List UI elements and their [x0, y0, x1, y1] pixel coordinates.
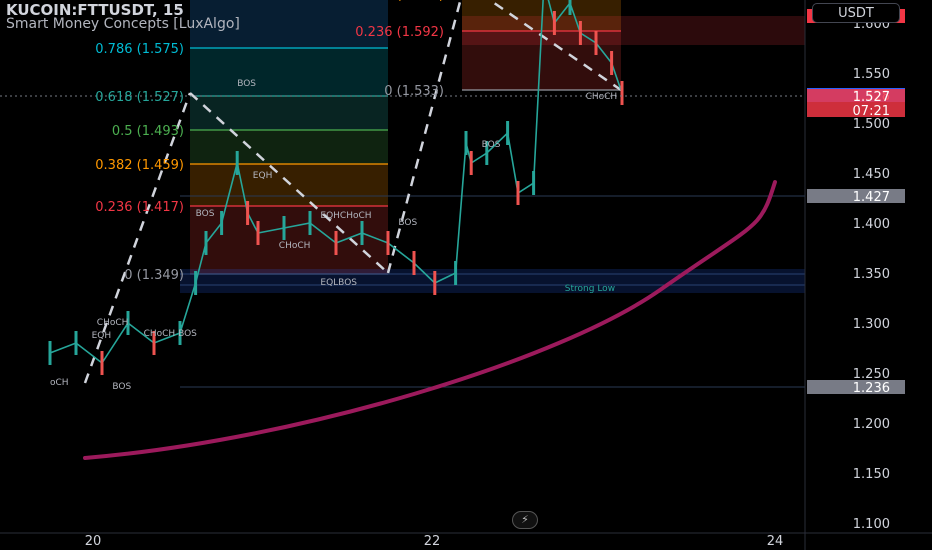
y-tick-label: 1.500: [853, 117, 890, 132]
price-tag-label: 1.236: [853, 381, 890, 396]
structure-label: EQH: [92, 331, 112, 341]
structure-label: CHoCH: [97, 318, 129, 328]
y-tick-label: 1.200: [853, 417, 890, 432]
structure-label: BOS: [237, 79, 256, 89]
structure-label: BOS: [196, 209, 215, 219]
fib-zone: [190, 130, 388, 164]
price-tag-label: 1.427: [853, 190, 890, 205]
structure-label: oCH: [50, 378, 69, 388]
y-tick-label: 1.450: [853, 167, 890, 182]
y-tick-label: 1.400: [853, 217, 890, 232]
fib-label: 0.618 (1.527): [95, 90, 184, 105]
discount-zone: [180, 269, 805, 293]
price-tag: 1.236: [807, 380, 905, 396]
fib-zone: [190, 96, 388, 130]
currency-button[interactable]: USDT: [812, 3, 900, 23]
fib-label: 0.236 (1.417): [95, 200, 184, 215]
premium-zone: [462, 16, 805, 45]
fib-label: 0 (1.533): [384, 84, 444, 99]
y-tick-label: 1.100: [853, 517, 890, 532]
fib-label: 0 (1.349): [124, 268, 184, 283]
fib-label: 0.382 (1.459): [95, 158, 184, 173]
structure-label: CHoCH BOS: [144, 329, 198, 339]
y-tick-label: 1.250: [853, 367, 890, 382]
y-tick-label: 1.150: [853, 467, 890, 482]
fib-zone: [190, 164, 388, 206]
fib-label: 0.382 (1.629): [355, 0, 444, 3]
fib-label: 0.786 (1.575): [95, 42, 184, 57]
structure-label: EQLBOS: [320, 278, 357, 288]
structure-label: BOS: [112, 382, 131, 392]
y-tick-label: 1.300: [853, 317, 890, 332]
fib-label: 0.5 (1.493): [112, 124, 184, 139]
countdown-label: 07:21: [853, 104, 890, 119]
structure-label: CHoCH: [586, 92, 618, 102]
structure-label: BOS: [398, 218, 417, 228]
structure-label: BOS: [482, 140, 501, 150]
y-tick-label: 1.550: [853, 67, 890, 82]
y-tick-label: 1.350: [853, 267, 890, 282]
price-chart[interactable]: 2.618 (2.103)1.618 (1.815)1 (1.637)0.786…: [0, 0, 932, 550]
last-price-label: 1.527: [853, 90, 890, 105]
fib-zone: [190, 48, 388, 96]
fib-label: 0.236 (1.592): [355, 25, 444, 40]
structure-label: Strong Low: [565, 284, 615, 294]
structure-label: CHoCH: [279, 241, 311, 251]
structure-label: EQH: [253, 171, 273, 181]
indicator-name[interactable]: Smart Money Concepts [LuxAlgo]: [6, 16, 240, 32]
x-tick-label: 22: [424, 534, 441, 549]
last-price-tag: 1.52707:21: [807, 89, 905, 119]
structure-label: EQHCHoCH: [320, 211, 371, 221]
x-tick-label: 20: [85, 534, 102, 549]
lightning-icon[interactable]: ⚡: [512, 511, 538, 529]
price-tag: 1.427: [807, 189, 905, 205]
x-tick-label: 24: [767, 534, 784, 549]
